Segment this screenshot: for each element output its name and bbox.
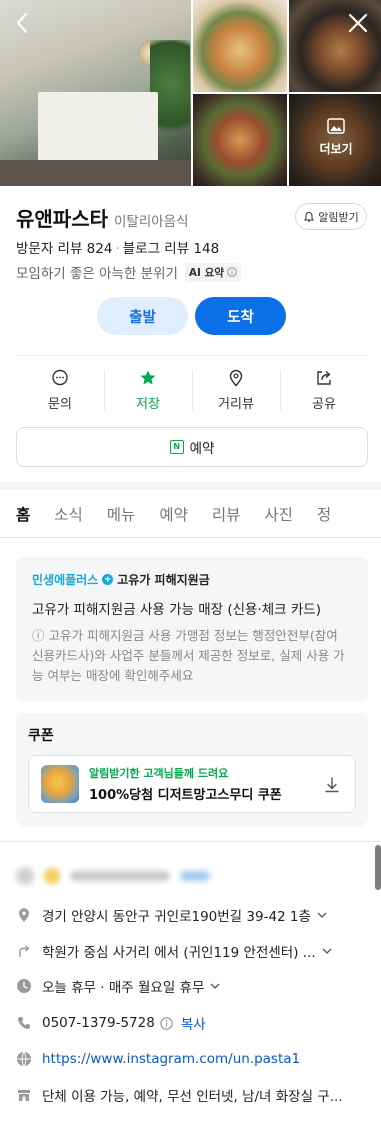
divider (0, 841, 381, 842)
save-button[interactable]: 저장 (104, 364, 192, 416)
title-row: 유앤파스타 이탈리아음식 (16, 203, 189, 232)
direction-arrow-icon (19, 945, 30, 957)
bell-icon (304, 211, 315, 221)
benefit-brand-line: 민생에플러스 + 고유가 피해지원금 (32, 571, 352, 588)
coupon-image (41, 765, 79, 803)
share-label: 공유 (312, 396, 336, 412)
phone-number[interactable]: 0507-1379-5728 (42, 1015, 155, 1031)
reserve-button[interactable]: N 예약 (16, 427, 368, 467)
coupon-subtitle: 알림받기한 고객님들께 드려요 (89, 767, 229, 780)
chevron-down-icon (322, 948, 332, 954)
directions-text: 학원가 중심 사거리 에서 (귀인119 안전센터) ... (42, 945, 316, 961)
blurred-badge (44, 868, 60, 884)
streetview-button[interactable]: 거리뷰 (192, 364, 280, 416)
alarm-button[interactable]: 알림받기 (295, 203, 367, 230)
visitor-reviews[interactable]: 방문자 리뷰 824 (16, 241, 112, 257)
blurred-link (180, 871, 210, 881)
benefit-card: 민생에플러스 + 고유가 피해지원금 고유가 피해지원금 사용 가능 매장 (신… (16, 557, 368, 701)
separator-dot: · (115, 241, 120, 257)
image-icon (327, 118, 345, 134)
photo-gallery[interactable]: 더보기 (0, 0, 381, 186)
chevron-down-icon (317, 912, 327, 918)
phone-icon (18, 1017, 30, 1029)
tab-reservation[interactable]: 예약 (159, 490, 188, 537)
pin-icon (229, 369, 243, 387)
tab-review[interactable]: 리뷰 (212, 490, 241, 537)
review-counts: 방문자 리뷰 824 · 블로그 리뷰 148 (16, 237, 219, 257)
start-route-button[interactable]: 출발 (97, 297, 188, 335)
tab-menu[interactable]: 메뉴 (107, 490, 136, 537)
tab-home[interactable]: 홈 (16, 490, 31, 537)
share-icon (317, 370, 331, 385)
coupon-text: 알림받기한 고객님들께 드려요 100%당첨 디저트망고스무디 쿠폰 (89, 765, 282, 803)
star-icon (140, 370, 156, 384)
ai-summary-badge[interactable]: AI 요약 (184, 262, 241, 282)
blurred-text (70, 871, 170, 881)
summary-row: 모임하기 좋은 아늑한 분위기 AI 요약 (16, 262, 241, 282)
location-icon (19, 908, 29, 922)
amenities-row[interactable]: 단체 이용 가능, 예약, 무선 인터넷, 남/녀 화장실 구... (16, 1084, 368, 1106)
close-icon[interactable] (345, 10, 371, 36)
benefit-brand: 민생에플러스 (32, 573, 99, 587)
back-icon[interactable] (10, 10, 36, 36)
blog-reviews[interactable]: 블로그 리뷰 148 (123, 241, 219, 257)
hours-text: 오늘 휴무 · 매주 월요일 휴무 (42, 980, 205, 996)
more-photos-button[interactable]: 더보기 (289, 118, 381, 157)
address-text: 경기 안양시 동안구 귀인로190번길 39-42 1층 (42, 909, 311, 925)
section-separator (0, 482, 381, 490)
coupon-card: 쿠폰 알림받기한 고객님들께 드려요 100%당첨 디저트망고스무디 쿠폰 (16, 713, 368, 826)
arrive-route-button[interactable]: 도착 (195, 297, 286, 335)
photo-thumb-pizza-2[interactable] (193, 94, 287, 186)
website-row: https://www.instagram.com/un.pasta1 (16, 1048, 368, 1070)
tab-bar: 홈 소식 메뉴 예약 리뷰 사진 정 (0, 490, 381, 538)
tab-info[interactable]: 정 (317, 490, 331, 537)
ai-summary-label: AI 요약 (188, 266, 224, 279)
coupon-item[interactable]: 알림받기한 고객님들께 드려요 100%당첨 디저트망고스무디 쿠폰 (28, 755, 356, 813)
place-name: 유앤파스타 (16, 207, 108, 231)
globe-icon (17, 1051, 31, 1067)
scrollbar-thumb[interactable] (375, 845, 381, 890)
place-category: 이탈리아음식 (114, 214, 189, 230)
store-icon (18, 1090, 30, 1101)
alarm-label: 알림받기 (318, 210, 359, 224)
save-label: 저장 (136, 396, 160, 412)
chat-icon (52, 369, 68, 385)
inquiry-label: 문의 (48, 396, 72, 412)
tab-news[interactable]: 소식 (54, 490, 83, 537)
inquiry-button[interactable]: 문의 (16, 364, 104, 416)
streetview-label: 거리뷰 (218, 396, 254, 412)
benefit-brand-sub: 고유가 피해지원금 (117, 573, 210, 587)
chevron-down-icon (210, 983, 220, 989)
place-summary: 모임하기 좋은 아늑한 분위기 (16, 266, 178, 282)
share-button[interactable]: 공유 (280, 364, 368, 416)
info-icon[interactable] (160, 1016, 173, 1030)
action-bar: 문의 저장 거리뷰 공유 (16, 364, 368, 416)
clock-icon (17, 979, 31, 993)
blurred-icon (16, 867, 34, 885)
coupon-title: 쿠폰 (28, 728, 54, 744)
copy-phone-button[interactable]: 복사 (181, 1013, 206, 1033)
floor (0, 160, 191, 186)
download-icon[interactable] (323, 776, 341, 794)
address-row[interactable]: 경기 안양시 동안구 귀인로190번길 39-42 1층 (16, 904, 368, 926)
counter (38, 92, 158, 162)
more-photos-label: 더보기 (319, 142, 353, 156)
coupon-name: 100%당첨 디저트망고스무디 쿠폰 (89, 788, 282, 803)
website-link[interactable]: https://www.instagram.com/un.pasta1 (42, 1051, 300, 1067)
reserve-label: 예약 (189, 441, 215, 457)
photo-thumb-pizza[interactable] (193, 0, 287, 92)
directions-row[interactable]: 학원가 중심 사거리 에서 (귀인119 안전센터) ... (16, 940, 368, 962)
benefit-main: 고유가 피해지원금 사용 가능 매장 (신용·체크 카드) (32, 602, 321, 618)
naver-calendar-icon: N (169, 440, 184, 454)
divider (16, 355, 368, 356)
amenities-text: 단체 이용 가능, 예약, 무선 인터넷, 남/녀 화장실 구... (42, 1089, 343, 1105)
benefit-note: ⓘ 고유가 피해지원금 사용 가맹점 정보는 행정안전부(참여 신용카드사)와 … (32, 628, 345, 683)
plus-icon: + (102, 574, 114, 585)
phone-row: 0507-1379-5728 복사 (16, 1012, 368, 1034)
blurred-promo-row (16, 865, 286, 887)
hours-row[interactable]: 오늘 휴무 · 매주 월요일 휴무 (16, 975, 368, 997)
tab-photo[interactable]: 사진 (264, 490, 293, 537)
info-icon (227, 267, 237, 277)
